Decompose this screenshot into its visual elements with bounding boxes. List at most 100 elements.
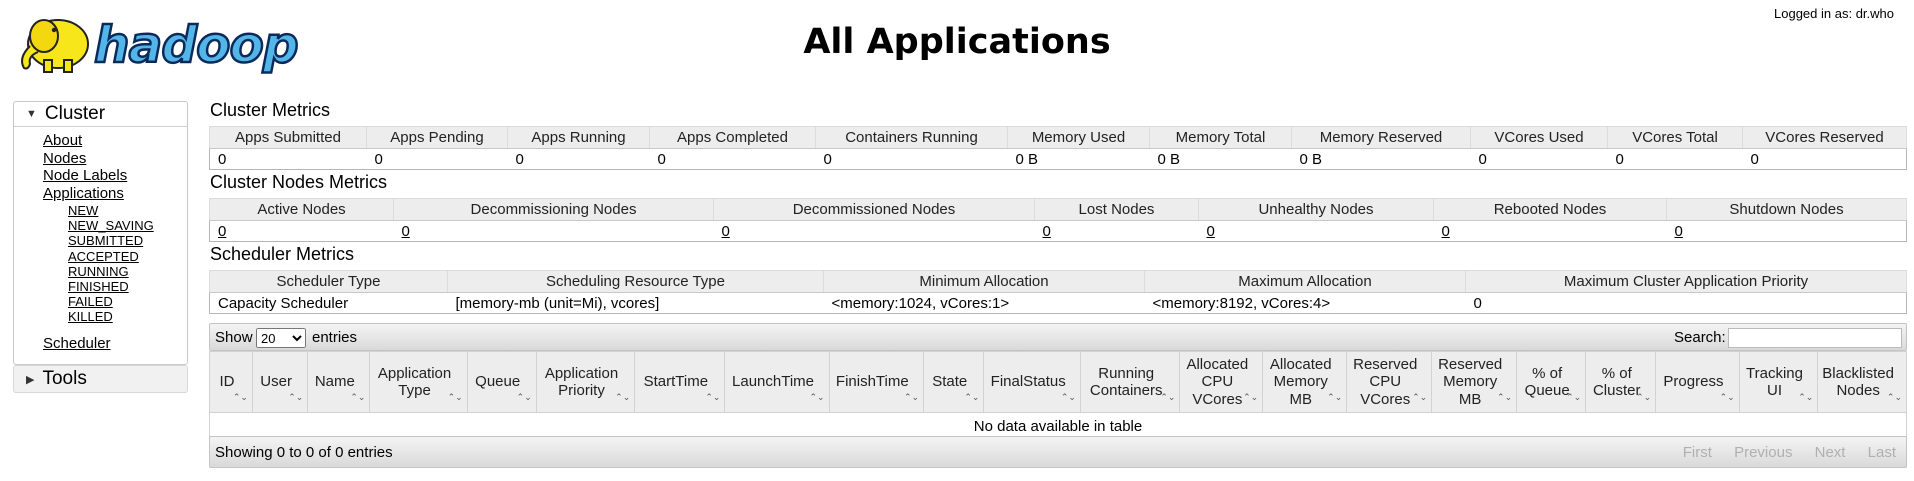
sortable-column-header[interactable]: Allocated CPU VCores ⌃⌄	[1179, 351, 1264, 413]
nav-link-about[interactable]: About	[43, 132, 127, 150]
col-header: Apps Completed	[649, 126, 816, 149]
active-nodes-link[interactable]: 0	[218, 223, 226, 240]
nav-cluster-panel: ▼ Cluster About Nodes Node Labels Applic…	[13, 101, 188, 365]
nav-tools-label: Tools	[42, 368, 87, 389]
sortable-column-header[interactable]: State ⌃⌄	[923, 351, 985, 413]
col-header: Rebooted Nodes	[1433, 198, 1667, 221]
sort-icon: ⌃⌄	[1566, 391, 1582, 402]
sortable-column-header[interactable]: Application Type ⌃⌄	[369, 351, 468, 413]
lost-nodes-link[interactable]: 0	[1043, 223, 1051, 240]
sort-icon: ⌃⌄	[1412, 391, 1428, 402]
col-header: Unhealthy Nodes	[1198, 198, 1434, 221]
sort-icon: ⌃⌄	[288, 391, 304, 402]
nav-link-node-labels[interactable]: Node Labels	[43, 167, 127, 185]
nav-state-submitted[interactable]: SUBMITTED	[68, 233, 154, 248]
nav-link-nodes[interactable]: Nodes	[43, 150, 127, 168]
nav-state-new-saving[interactable]: NEW_SAVING	[68, 218, 154, 233]
sortable-column-header[interactable]: Tracking UI ⌃⌄	[1738, 351, 1819, 413]
pager-first-button[interactable]: First	[1683, 444, 1712, 461]
scheduler-type: Capacity Scheduler	[209, 292, 448, 314]
metric-value: 0	[1470, 148, 1608, 170]
sortable-column-header[interactable]: Application Priority ⌃⌄	[535, 351, 636, 413]
applications-table: ID ⌃⌄ User ⌃⌄ Name ⌃⌄ Application Type ⌃⌄ Queue ⌃…	[209, 351, 1907, 440]
sort-icon: ⌃⌄	[1327, 391, 1343, 402]
nav-cluster-links: About Nodes Node Labels Applications	[43, 132, 127, 202]
nav-state-killed[interactable]: KILLED	[68, 309, 154, 324]
sortable-column-header[interactable]: StartTime ⌃⌄	[634, 351, 726, 413]
sort-icon: ⌃⌄	[705, 391, 721, 402]
nav-link-scheduler[interactable]: Scheduler	[43, 335, 111, 352]
sortable-column-header[interactable]: User ⌃⌄	[251, 351, 309, 413]
sort-icon: ⌃⌄	[1497, 391, 1513, 402]
col-header: Active Nodes	[209, 198, 394, 221]
col-header: VCores Total	[1607, 126, 1743, 149]
sortable-column-header[interactable]: Name ⌃⌄	[307, 351, 371, 413]
logged-in-user: Logged in as: dr.who	[1774, 6, 1894, 21]
search-input[interactable]	[1728, 328, 1902, 348]
shutdown-nodes-link[interactable]: 0	[1675, 223, 1683, 240]
sortable-column-header[interactable]: FinalStatus ⌃⌄	[983, 351, 1081, 413]
nav-state-new[interactable]: NEW	[68, 203, 154, 218]
sortable-column-header[interactable]: % of Cluster ⌃⌄	[1585, 351, 1657, 413]
sortable-column-header[interactable]: Reserved CPU VCores ⌃⌄	[1346, 351, 1433, 413]
scheduling-resource-type: [memory-mb (unit=Mi), vcores]	[447, 292, 824, 314]
sortable-column-header[interactable]: Allocated Memory MB ⌃⌄	[1262, 351, 1348, 413]
sort-icon: ⌃⌄	[1886, 391, 1902, 402]
sortable-column-header[interactable]: FinishTime ⌃⌄	[828, 351, 925, 413]
pagination: First Previous Next Last	[1665, 444, 1896, 461]
nav-link-applications[interactable]: Applications	[43, 185, 127, 203]
nav-tools-header[interactable]: ▶ Tools	[14, 366, 187, 392]
sortable-column-header[interactable]: Progress ⌃⌄	[1655, 351, 1740, 413]
entries-label: entries	[312, 329, 358, 346]
sortable-column-header[interactable]: Blacklisted Nodes ⌃⌄	[1817, 351, 1907, 413]
rebooted-nodes-link[interactable]: 0	[1442, 223, 1450, 240]
metric-value: 0	[1742, 148, 1907, 170]
scheduler-metrics-table: Scheduler Type Scheduling Resource Type …	[209, 270, 1907, 314]
nav-state-accepted[interactable]: ACCEPTED	[68, 249, 154, 264]
sortable-column-header[interactable]: ID ⌃⌄	[209, 351, 253, 413]
sort-icon: ⌃⌄	[232, 391, 248, 402]
nav-state-finished[interactable]: FINISHED	[68, 279, 154, 294]
sort-icon: ⌃⌄	[1060, 391, 1076, 402]
pager-last-button[interactable]: Last	[1868, 444, 1896, 461]
pager-previous-button[interactable]: Previous	[1734, 444, 1792, 461]
sort-icon: ⌃⌄	[903, 391, 920, 402]
pager-next-button[interactable]: Next	[1815, 444, 1846, 461]
sortable-column-header[interactable]: LaunchTime ⌃⌄	[724, 351, 830, 413]
metric-value: 0	[815, 148, 1008, 170]
metric-value: 0 B	[1149, 148, 1292, 170]
sortable-column-header[interactable]: % of Queue ⌃⌄	[1516, 351, 1587, 413]
metric-value: 0 B	[1007, 148, 1150, 170]
sortable-column-header[interactable]: Reserved Memory MB ⌃⌄	[1431, 351, 1518, 413]
scheduler-metrics-title: Scheduler Metrics	[210, 244, 355, 264]
metric-value: 0	[209, 148, 367, 170]
sort-icon: ⌃⌄	[1636, 391, 1652, 402]
decommissioned-nodes-link[interactable]: 0	[722, 223, 730, 240]
apps-table-footer: Showing 0 to 0 of 0 entries First Previo…	[209, 436, 1907, 468]
apps-table-toolbar: Show 20 entries Search:	[209, 323, 1907, 351]
col-header: Maximum Allocation	[1144, 270, 1466, 293]
nav-cluster-label: Cluster	[44, 103, 106, 124]
col-header: Decommissioned Nodes	[713, 198, 1035, 221]
col-header: Apps Pending	[366, 126, 508, 149]
metric-value: 0	[649, 148, 816, 170]
col-header: Memory Used	[1007, 126, 1150, 149]
col-header: Apps Running	[507, 126, 650, 149]
nav-cluster-header[interactable]: ▼ Cluster	[14, 102, 187, 127]
unhealthy-nodes-link[interactable]: 0	[1207, 223, 1215, 240]
nav-state-running[interactable]: RUNNING	[68, 264, 154, 279]
col-header: Minimum Allocation	[823, 270, 1145, 293]
sort-icon: ⌃⌄	[1243, 391, 1259, 402]
cluster-metrics-table: Apps Submitted Apps Pending Apps Running…	[209, 126, 1907, 170]
nav-tools-panel[interactable]: ▶ Tools	[13, 365, 188, 393]
nav-state-failed[interactable]: FAILED	[68, 294, 154, 309]
col-header: Maximum Cluster Application Priority	[1465, 270, 1907, 293]
sortable-column-header[interactable]: Queue ⌃⌄	[466, 351, 537, 413]
sort-icon: ⌃⌄	[809, 391, 825, 402]
entries-per-page-select[interactable]: 20	[256, 328, 306, 348]
sortable-column-header[interactable]: Running Containers ⌃⌄	[1079, 351, 1181, 413]
triangle-right-icon: ▶	[26, 373, 35, 386]
col-header: Shutdown Nodes	[1666, 198, 1907, 221]
nodes-metrics-table: Active Nodes Decommissioning Nodes Decom…	[209, 198, 1907, 242]
decommissioning-nodes-link[interactable]: 0	[402, 223, 410, 240]
